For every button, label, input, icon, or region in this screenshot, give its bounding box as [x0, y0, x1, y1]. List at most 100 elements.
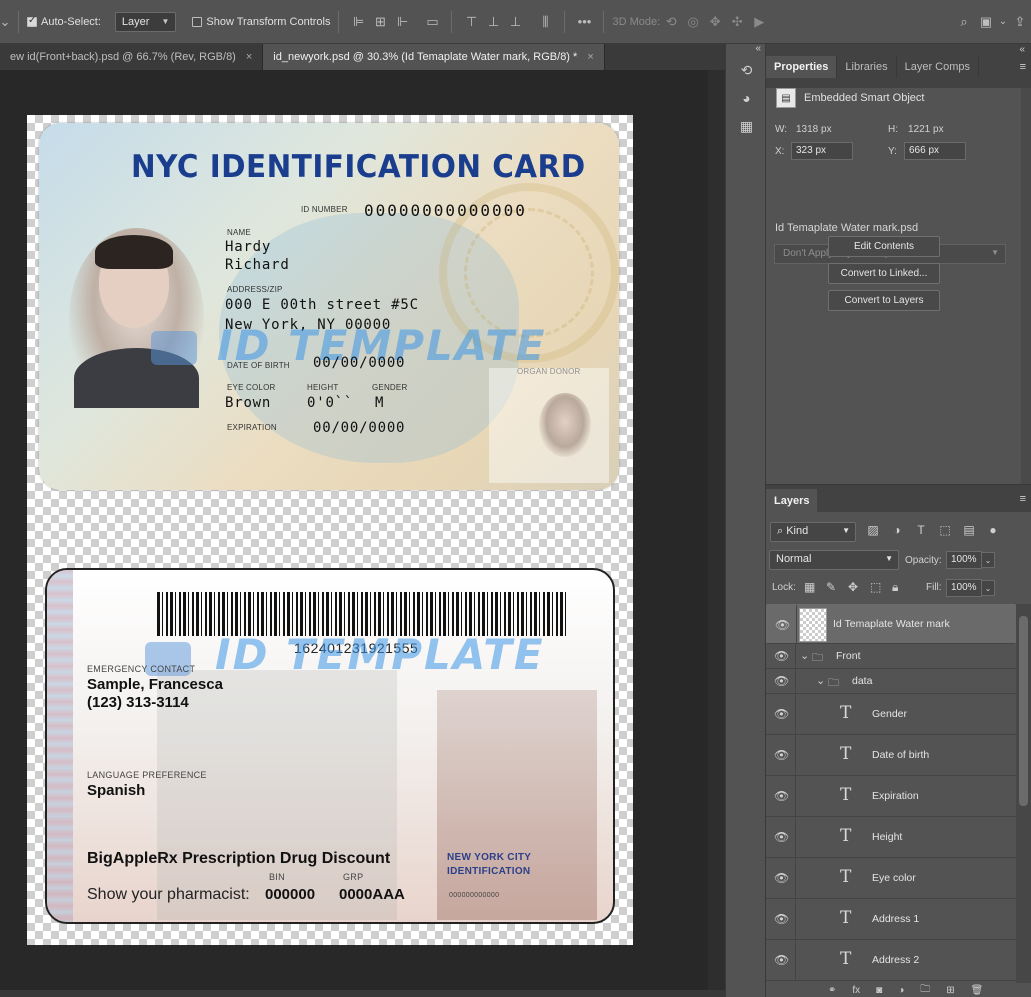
tab-libraries[interactable]: Libraries	[837, 56, 897, 78]
align-center-icon[interactable]: ⊞	[369, 11, 391, 33]
layer-row-height[interactable]: 👁︎ T Height	[766, 817, 1016, 858]
layer-row-eye-color[interactable]: 👁︎ T Eye color	[766, 858, 1016, 899]
layers-scrollbar[interactable]	[1016, 604, 1031, 984]
align-middle-icon[interactable]: ▭	[421, 11, 443, 33]
canvas-area[interactable]: NYC IDENTIFICATION CARD ID NUMBER 000000…	[0, 70, 725, 990]
new-group-icon[interactable]: 🗀︎	[920, 982, 930, 997]
filter-adjustment-icon[interactable]: ◑	[888, 523, 906, 541]
panel-menu-icon[interactable]: ≡	[1020, 493, 1026, 505]
swatches-grid-icon[interactable]: ▦	[726, 112, 767, 140]
document-canvas[interactable]: NYC IDENTIFICATION CARD ID NUMBER 000000…	[27, 115, 633, 945]
filter-kind-dropdown[interactable]: ⌕ Kind ▼	[770, 522, 856, 542]
convert-to-linked-button[interactable]: Convert to Linked...	[828, 263, 940, 284]
collapse-icon[interactable]: «	[726, 44, 765, 56]
tab-properties[interactable]: Properties	[766, 56, 838, 78]
3d-roll-icon[interactable]: ◎	[682, 11, 704, 33]
filter-type-icon[interactable]: T	[912, 523, 930, 541]
align-bottom-icon[interactable]: ⊥	[504, 11, 526, 33]
filter-smart-object-icon[interactable]: ▤	[960, 523, 978, 541]
close-icon[interactable]: ×	[587, 51, 593, 63]
chevron-down-icon[interactable]: ⌄	[981, 552, 995, 568]
chevron-down-icon[interactable]: ⌄	[816, 674, 825, 687]
fill-input[interactable]: 100% ⌄	[946, 579, 995, 597]
collapse-icon[interactable]: «	[1019, 44, 1025, 55]
layer-row-front[interactable]: 👁︎ ⌄ 🗀︎ Front	[766, 644, 1016, 669]
lock-paint-icon[interactable]: ✎	[826, 580, 836, 594]
share-icon[interactable]: ⇪	[1009, 11, 1031, 33]
show-transform-controls-checkbox[interactable]: Show Transform Controls	[192, 16, 330, 28]
layer-row-data[interactable]: 👁︎ ⌄ 🗀︎ data	[766, 669, 1016, 694]
eye-icon[interactable]: 👁︎	[774, 707, 789, 721]
3d-camera-icon[interactable]: ▶	[748, 11, 770, 33]
lock-position-icon[interactable]: ✥	[848, 580, 858, 594]
small-number: 000000000000	[449, 892, 500, 899]
history-icon[interactable]: ⟲	[726, 56, 767, 84]
align-vertical-center-icon[interactable]: ⊥	[482, 11, 504, 33]
convert-to-layers-button[interactable]: Convert to Layers	[828, 290, 940, 311]
align-left-icon[interactable]: ⊫	[347, 11, 369, 33]
workspace-icon[interactable]: ▣	[975, 11, 997, 33]
adjustment-icon[interactable]: ◑	[898, 985, 904, 996]
lock-artboard-icon[interactable]: ⬚	[870, 580, 881, 594]
w-value[interactable]: 1318 px	[796, 124, 832, 135]
fx-icon[interactable]: fx	[852, 985, 860, 996]
tab-layer-comps[interactable]: Layer Comps	[897, 56, 980, 78]
link-icon[interactable]: ⚭	[828, 985, 836, 996]
3d-drag-icon[interactable]: ✥	[704, 11, 726, 33]
scrollbar-thumb[interactable]	[1019, 616, 1028, 806]
eye-icon[interactable]: 👁︎	[774, 912, 789, 926]
expiration-label: EXPIRATION	[227, 423, 277, 432]
layer-row-gender[interactable]: 👁︎ T Gender	[766, 694, 1016, 735]
layer-name: Height	[872, 831, 903, 843]
auto-select-checkbox[interactable]: Auto-Select:	[27, 15, 101, 28]
3d-slide-icon[interactable]: ✣	[726, 11, 748, 33]
chevron-down-icon[interactable]: ⌄	[997, 11, 1009, 33]
tab-id-newyork[interactable]: id_newyork.psd @ 30.3% (Id Temaplate Wat…	[263, 44, 605, 70]
eye-icon[interactable]: 👁︎	[774, 649, 789, 663]
eye-icon[interactable]: 👁︎	[774, 674, 789, 688]
layer-row-address-1[interactable]: 👁︎ T Address 1	[766, 899, 1016, 940]
align-right-icon[interactable]: ⊩	[391, 11, 413, 33]
eye-icon[interactable]: 👁︎	[774, 748, 789, 762]
panel-menu-icon[interactable]: ≡	[1020, 61, 1026, 73]
more-options-icon[interactable]: •••	[573, 11, 595, 33]
layer-row-date-of-birth[interactable]: 👁︎ T Date of birth	[766, 735, 1016, 776]
vertical-scrollbar[interactable]	[708, 70, 725, 990]
eye-icon[interactable]: 👁︎	[774, 789, 789, 803]
mask-icon[interactable]: ◙	[876, 985, 882, 996]
properties-scrollbar[interactable]	[1021, 88, 1031, 484]
3d-rotate-icon[interactable]: ⟲	[660, 11, 682, 33]
opacity-input[interactable]: 100% ⌄	[946, 551, 995, 569]
trash-icon[interactable]: 🗑︎	[971, 985, 984, 996]
eye-icon[interactable]: 👁︎	[775, 618, 790, 632]
distribute-icon[interactable]: ⫼	[534, 11, 556, 33]
h-value[interactable]: 1221 px	[908, 124, 944, 135]
chevron-down-icon[interactable]: ⌄	[800, 649, 809, 662]
layer-row-expiration[interactable]: 👁︎ T Expiration	[766, 776, 1016, 817]
color-palette-icon[interactable]: ◕	[726, 84, 767, 112]
layer-row-address-2[interactable]: 👁︎ T Address 2	[766, 940, 1016, 981]
close-icon[interactable]: ×	[246, 51, 252, 63]
tab-layers[interactable]: Layers	[766, 489, 818, 513]
lock-transparent-icon[interactable]: ▦	[804, 580, 815, 594]
blend-mode-dropdown[interactable]: Normal ▼	[769, 550, 899, 570]
x-position-input[interactable]: 323 px	[791, 142, 853, 160]
new-layer-icon[interactable]: ⊞	[946, 985, 954, 996]
language-value: Spanish	[87, 782, 146, 799]
eye-icon[interactable]: 👁︎	[774, 871, 789, 885]
chevron-down-icon[interactable]: ⌄	[981, 580, 995, 596]
tab-id-front-back[interactable]: ew id(Front+back).psd @ 66.7% (Rev, RGB/…	[0, 44, 264, 70]
filter-toggle-icon[interactable]: ●	[984, 523, 1002, 541]
eye-icon[interactable]: 👁︎	[774, 830, 789, 844]
edit-contents-button[interactable]: Edit Contents	[828, 236, 940, 257]
lock-all-icon[interactable]: 🔒︎	[892, 580, 898, 595]
search-icon[interactable]: ⌕	[953, 11, 975, 33]
y-position-input[interactable]: 666 px	[904, 142, 966, 160]
layer-row-watermark[interactable]: 👁︎ Id Temaplate Water mark	[766, 604, 1016, 644]
eye-icon[interactable]: 👁︎	[774, 953, 789, 967]
chevron-down-icon[interactable]: ⌄	[0, 11, 10, 33]
auto-select-target-dropdown[interactable]: Layer ▼	[114, 11, 177, 32]
filter-pixel-icon[interactable]: ▨	[864, 523, 882, 541]
align-top-icon[interactable]: ⊤	[460, 11, 482, 33]
filter-shape-icon[interactable]: ⬚	[936, 523, 954, 541]
